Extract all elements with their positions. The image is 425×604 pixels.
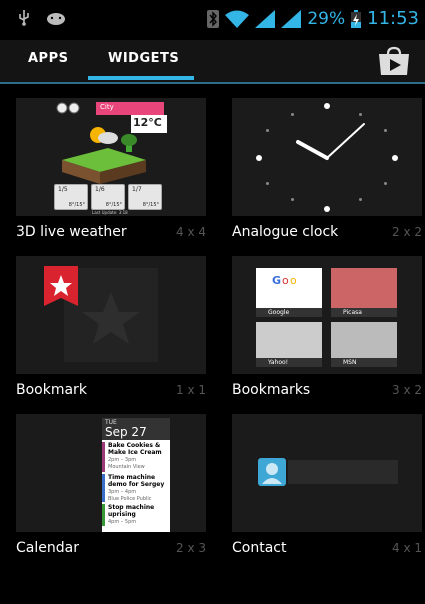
bookmark-label-bar: Yahoo!: [256, 358, 322, 367]
weather-city: City: [100, 103, 114, 111]
widget-preview: [16, 256, 206, 374]
widget-preview: [232, 414, 422, 532]
clock-hands: [296, 123, 365, 160]
widget-name: Analogue clock: [232, 224, 339, 240]
widget-size: 3 x 2: [392, 383, 422, 397]
widget-preview: TUE Sep 27 Bake Cookies & Make Ice Cream…: [16, 414, 206, 532]
widget-name: Calendar: [16, 540, 79, 556]
widget-name: Contact: [232, 540, 287, 556]
weather-day-tile: 1/7 8°/15°: [128, 184, 162, 210]
battery-icon: [351, 9, 362, 28]
usb-icon: [19, 10, 29, 26]
calendar-event-list: Bake Cookies & Make Ice Cream 2pm – 3pm …: [102, 440, 170, 532]
bookmark-title: Google: [268, 309, 290, 316]
widget-size: 4 x 4: [176, 225, 206, 239]
calendar-event-time: 2pm – 3pm: [108, 457, 137, 463]
bookmark-label-bar: Picasa: [331, 308, 397, 317]
calendar-event-time: 4pm – 5pm: [108, 519, 137, 525]
contact-avatar: [258, 458, 286, 486]
signal-icon: [255, 9, 276, 28]
tab-widgets[interactable]: WIDGETS: [108, 51, 179, 66]
contact-name-bar: [288, 460, 398, 484]
weather-day-label: 1/7: [132, 186, 142, 193]
widget-preview: G o o Google Picasa Yahoo! MSN: [232, 256, 422, 374]
bookmark-title: Yahoo!: [268, 359, 289, 366]
bookmark-label-bar: Google: [256, 308, 322, 317]
widget-preview: City 12°C 1/5 8°/15° 1/6 8°/15° 1/7 8°/1…: [16, 98, 206, 216]
weather-hilo: 8°/15°: [142, 202, 159, 208]
weather-temp: 12°C: [133, 116, 162, 129]
weather-day-tile: 1/5 8°/15°: [54, 184, 88, 210]
bookmark-preview-graphic: [44, 266, 158, 362]
play-store-icon[interactable]: [377, 46, 411, 76]
widget-size: 4 x 1: [392, 541, 422, 555]
weather-day-label: 1/5: [58, 186, 68, 193]
tab-bar: APPS WIDGETS: [0, 40, 425, 84]
bookmark-thumbnail: [331, 322, 397, 358]
bookmark-label-bar: MSN: [331, 358, 397, 367]
widget-name: Bookmarks: [232, 382, 311, 398]
calendar-header: TUE Sep 27: [102, 418, 170, 440]
weather-day-label: 1/6: [95, 186, 105, 193]
person-icon: [262, 463, 282, 484]
signal-2-icon: [281, 9, 302, 28]
battery-percent: 29%: [307, 8, 346, 29]
weather-day-tile: 1/6 8°/15°: [91, 184, 125, 210]
bookmark-thumbnail: G o o: [256, 268, 322, 308]
weather-last-update: Last Update: 3:18: [92, 210, 128, 215]
calendar-event-title: Stop machine uprising: [108, 504, 155, 518]
bookmark-thumbnail: [331, 268, 397, 308]
status-bar: 29% 11:53: [0, 0, 425, 40]
clock-time: 11:53: [367, 8, 419, 29]
widget-size: 1 x 1: [176, 383, 206, 397]
widget-name: Bookmark: [16, 382, 87, 398]
calendar-event-title: Time machine demo for Sergey: [108, 474, 165, 488]
wifi-icon: [225, 10, 250, 28]
weather-hilo: 8°/15°: [68, 202, 85, 208]
widget-size: 2 x 3: [176, 541, 206, 555]
tab-apps[interactable]: APPS: [28, 51, 68, 66]
android-debug-icon: [47, 13, 65, 25]
calendar-event-place: Blue Police Public: [108, 496, 152, 502]
calendar-event-place: Mountain View: [108, 464, 145, 470]
widget-size: 2 x 2: [392, 225, 422, 239]
weather-hilo: 8°/15°: [105, 202, 122, 208]
calendar-date: Sep 27: [105, 425, 147, 439]
bookmark-thumbnail: [256, 322, 322, 358]
tab-selected-indicator: [88, 76, 194, 80]
calendar-event-time: 3pm – 4pm: [108, 489, 137, 495]
calendar-event-title: Bake Cookies & Make Ice Cream: [108, 442, 162, 456]
widget-preview: [232, 98, 422, 216]
bookmark-title: Picasa: [343, 309, 362, 316]
widget-name: 3D live weather: [16, 224, 127, 240]
bookmark-title: MSN: [343, 359, 357, 366]
bluetooth-icon: [207, 9, 220, 28]
widget-grid: City 12°C 1/5 8°/15° 1/6 8°/15° 1/7 8°/1…: [0, 86, 425, 604]
